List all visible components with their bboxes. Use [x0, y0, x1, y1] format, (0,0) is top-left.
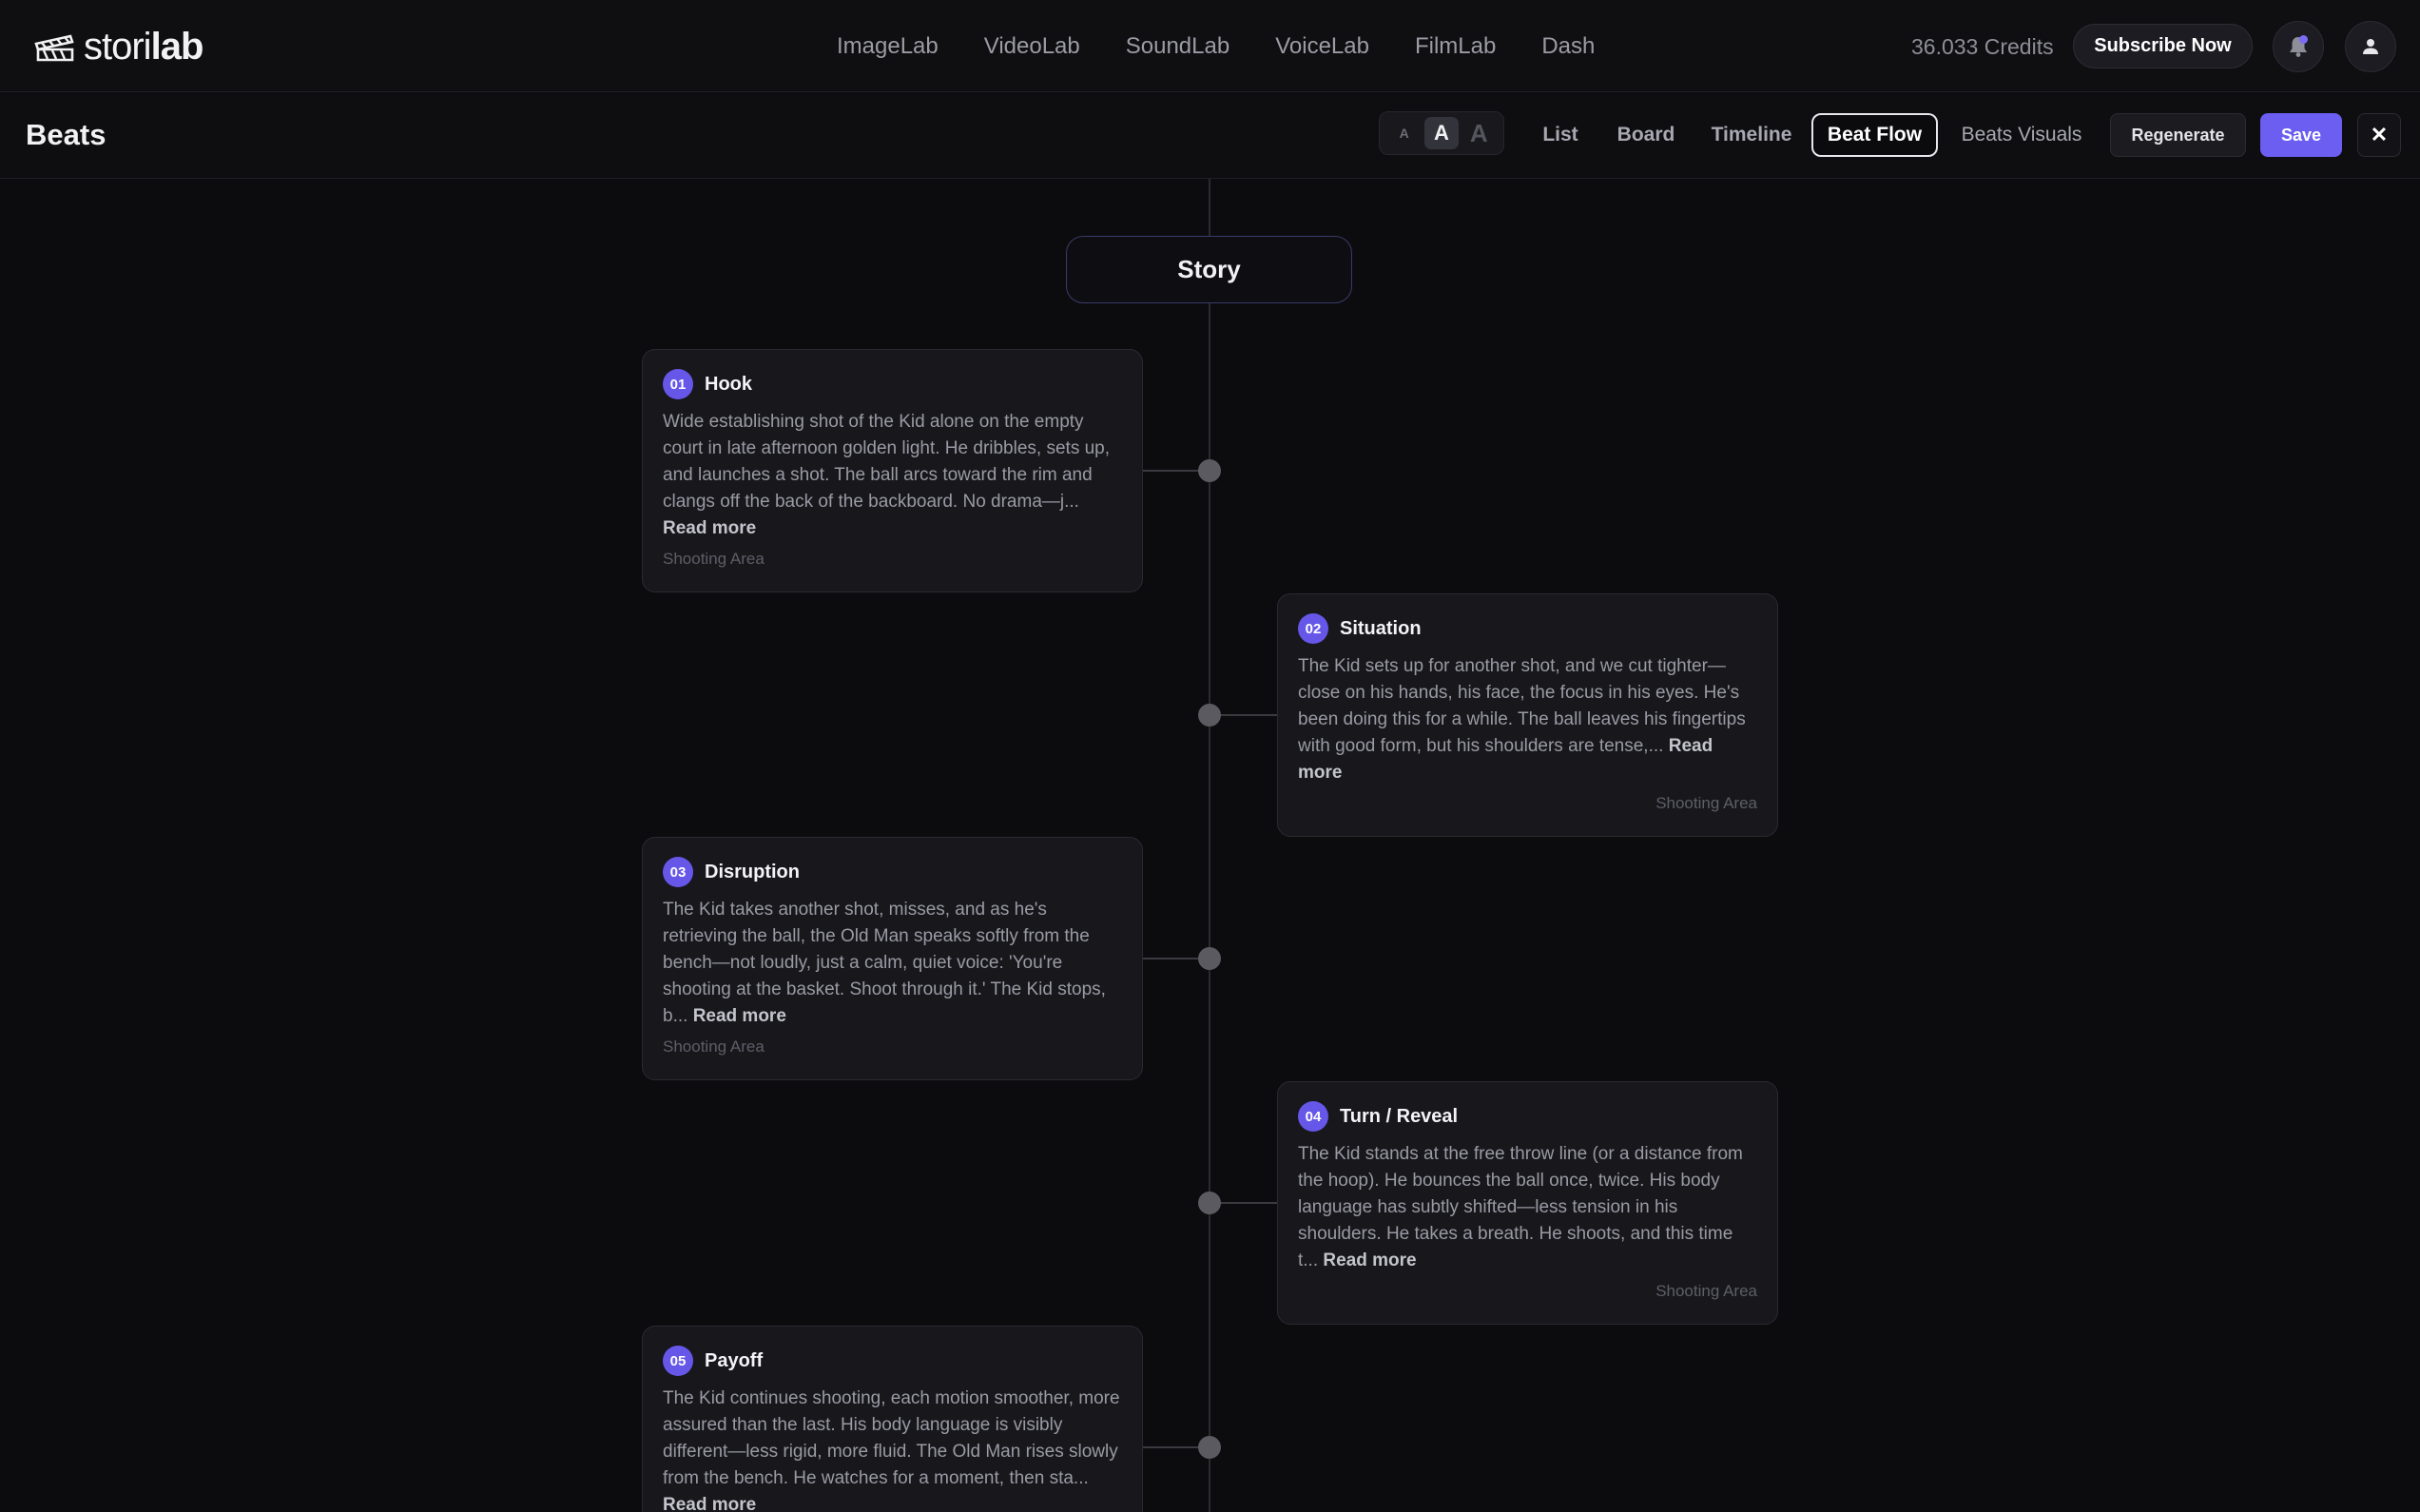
main-nav: ImageLab VideoLab SoundLab VoiceLab Film… [837, 29, 1595, 65]
beats-toolbar: Beats A A A List Board Timeline Beat Flo… [0, 92, 2420, 179]
tab-board[interactable]: Board [1611, 113, 1681, 157]
logo-wordmark: storilab [84, 25, 203, 68]
beat-card-header: 05 Payoff [663, 1344, 1122, 1378]
beat-card-turn-reveal[interactable]: 04 Turn / Reveal The Kid stands at the f… [1277, 1081, 1778, 1325]
tab-list[interactable]: List [1527, 113, 1594, 157]
nav-item-filmlab[interactable]: FilmLab [1415, 29, 1496, 65]
user-icon [2363, 39, 2378, 54]
beat-title: Hook [705, 373, 752, 395]
nav-item-soundlab[interactable]: SoundLab [1126, 29, 1229, 65]
regenerate-button[interactable]: Regenerate [2110, 113, 2246, 157]
beat-description: Wide establishing shot of the Kid alone … [663, 412, 1111, 538]
beat-number-badge: 01 [663, 369, 693, 399]
tab-beat-flow[interactable]: Beat Flow [1811, 113, 1938, 157]
beat-card-payoff[interactable]: 05 Payoff The Kid continues shooting, ea… [642, 1326, 1143, 1512]
notification-dot [2299, 35, 2308, 44]
beat-node-dot [1198, 459, 1221, 482]
tab-timeline[interactable]: Timeline [1704, 113, 1799, 157]
user-menu-button[interactable] [2345, 21, 2396, 72]
beat-number-badge: 03 [663, 857, 693, 887]
close-icon: ✕ [2370, 123, 2389, 146]
beat-description: The Kid sets up for another shot, and we… [1298, 656, 1746, 783]
beat-title: Turn / Reveal [1340, 1105, 1459, 1127]
beat-card-disruption[interactable]: 03 Disruption The Kid takes another shot… [642, 837, 1143, 1080]
nav-item-videolab[interactable]: VideoLab [984, 29, 1080, 65]
top-navigation-bar: storilab ImageLab VideoLab SoundLab Voic… [0, 0, 2420, 92]
beat-card-header: 01 Hook [663, 367, 1122, 401]
beat-description: The Kid continues shooting, each motion … [663, 1386, 1122, 1512]
nav-item-dash[interactable]: Dash [1541, 29, 1595, 65]
read-more-link[interactable]: Read more [663, 1495, 756, 1512]
font-size-medium[interactable]: A [1423, 117, 1459, 149]
clapperboard-icon [34, 34, 74, 62]
story-root-node[interactable]: Story [1066, 236, 1352, 303]
font-size-large[interactable]: A [1462, 117, 1496, 149]
beat-location: Shooting Area [663, 1037, 765, 1056]
notifications-button[interactable] [2273, 21, 2324, 72]
page-title: Beats [26, 118, 106, 151]
beat-node-dot [1198, 947, 1221, 970]
beat-title: Situation [1340, 617, 1422, 639]
storilab-logo[interactable]: storilab [32, 25, 203, 68]
beat-title: Disruption [705, 861, 800, 882]
credits-balance: 36.033 Credits [1911, 34, 2054, 59]
beat-card-header: 02 Situation [1298, 611, 1757, 646]
beat-number-badge: 05 [663, 1346, 693, 1376]
read-more-link[interactable]: Read more [693, 1006, 786, 1026]
beat-card-hook[interactable]: 01 Hook Wide establishing shot of the Ki… [642, 349, 1143, 592]
beat-node-dot [1198, 1436, 1221, 1459]
beat-card-situation[interactable]: 02 Situation The Kid sets up for another… [1277, 593, 1778, 837]
nav-item-imagelab[interactable]: ImageLab [837, 29, 939, 65]
close-button[interactable]: ✕ [2357, 113, 2401, 157]
beat-title: Payoff [705, 1349, 764, 1371]
beat-description: The Kid stands at the free throw line (o… [1298, 1144, 1743, 1270]
beat-node-dot [1198, 704, 1221, 727]
flow-spine [1209, 179, 1210, 1512]
font-size-small[interactable]: A [1387, 117, 1422, 149]
beat-location: Shooting Area [663, 550, 765, 568]
read-more-link[interactable]: Read more [1323, 1250, 1416, 1270]
read-more-link[interactable]: Read more [663, 518, 756, 538]
save-button[interactable]: Save [2260, 113, 2342, 157]
tab-beats-visuals[interactable]: Beats Visuals [1951, 113, 2092, 157]
beat-number-badge: 04 [1298, 1101, 1328, 1132]
beat-location: Shooting Area [1655, 1282, 1757, 1300]
beat-number-badge: 02 [1298, 613, 1328, 644]
beat-location: Shooting Area [1655, 794, 1757, 812]
beat-description: The Kid takes another shot, misses, and … [663, 900, 1106, 1026]
font-size-switcher: A A A [1379, 111, 1504, 155]
beat-node-dot [1198, 1192, 1221, 1214]
beat-card-header: 04 Turn / Reveal [1298, 1099, 1757, 1134]
beat-card-header: 03 Disruption [663, 855, 1122, 889]
nav-item-voicelab[interactable]: VoiceLab [1275, 29, 1369, 65]
subscribe-button[interactable]: Subscribe Now [2073, 24, 2253, 68]
